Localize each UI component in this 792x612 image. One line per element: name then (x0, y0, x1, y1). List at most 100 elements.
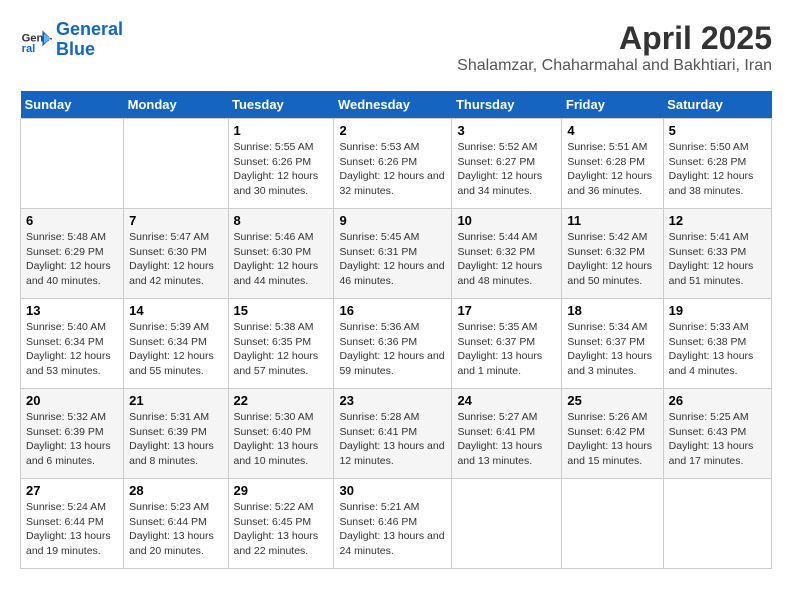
calendar-cell: 19Sunrise: 5:33 AM Sunset: 6:38 PM Dayli… (663, 299, 771, 389)
calendar-cell: 17 Sunrise: 5:35 AM Sunset: 6:37 PM Dayli… (452, 299, 562, 389)
calendar-cell: 3 Sunrise: 5:52 AM Sunset: 6:27 PM Daylig… (452, 119, 562, 209)
calendar-cell: 12 Sunrise: 5:41 AM Sunset: 6:33 PM Dayli… (663, 209, 771, 299)
day-info: Sunrise: 5:22 AM Sunset: 6:45 PM Dayligh… (234, 500, 329, 559)
day-number: 11 (567, 213, 657, 228)
day-number: 6 (26, 213, 118, 228)
calendar-cell: 5 Sunrise: 5:50 AM Sunset: 6:28 PM Daylig… (663, 119, 771, 209)
calendar-cell: 21Sunrise: 5:31 AM Sunset: 6:39 PM Dayli… (124, 389, 228, 479)
day-info: Sunrise: 5:21 AM Sunset: 6:46 PM Dayligh… (339, 500, 446, 559)
day-number: 8 (234, 213, 329, 228)
day-number: 1 (234, 123, 329, 138)
day-info: Sunrise: 5:39 AM Sunset: 6:34 PM Dayligh… (129, 320, 222, 379)
day-number: 18 (567, 303, 657, 318)
day-header-wednesday: Wednesday (334, 91, 452, 119)
day-number: 17 (457, 303, 556, 318)
day-number: 5 (669, 123, 766, 138)
day-number: 25 (567, 393, 657, 408)
day-number: 3 (457, 123, 556, 138)
day-number: 27 (26, 483, 118, 498)
week-row-2: 6Sunrise: 5:48 AM Sunset: 6:29 PM Daylig… (21, 209, 772, 299)
day-info: Sunrise: 5:41 AM Sunset: 6:33 PM Dayligh… (669, 230, 766, 289)
day-info: Sunrise: 5:30 AM Sunset: 6:40 PM Dayligh… (234, 410, 329, 469)
page-subtitle: Shalamzar, Chaharmahal and Bakhtiari, Ir… (457, 57, 772, 75)
day-info: Sunrise: 5:34 AM Sunset: 6:37 PM Dayligh… (567, 320, 657, 379)
title-section: April 2025 Shalamzar, Chaharmahal and Ba… (457, 20, 772, 75)
calendar-cell (562, 479, 663, 569)
day-info: Sunrise: 5:52 AM Sunset: 6:27 PM Dayligh… (457, 140, 556, 199)
day-info: Sunrise: 5:25 AM Sunset: 6:43 PM Dayligh… (669, 410, 766, 469)
calendar-cell (452, 479, 562, 569)
logo: Gene- ral General Blue (20, 20, 123, 60)
calendar-cell: 15 Sunrise: 5:38 AM Sunset: 6:35 PM Dayli… (228, 299, 334, 389)
calendar-cell: 10 Sunrise: 5:44 AM Sunset: 6:32 PM Dayli… (452, 209, 562, 299)
calendar-cell: 14 Sunrise: 5:39 AM Sunset: 6:34 PM Dayli… (124, 299, 228, 389)
calendar-cell (663, 479, 771, 569)
calendar-cell: 6Sunrise: 5:48 AM Sunset: 6:29 PM Daylig… (21, 209, 124, 299)
calendar-cell: 18 Sunrise: 5:34 AM Sunset: 6:37 PM Dayli… (562, 299, 663, 389)
day-number: 19 (669, 303, 766, 318)
day-number: 24 (457, 393, 556, 408)
calendar-table: SundayMondayTuesdayWednesdayThursdayFrid… (20, 91, 772, 569)
header-row: SundayMondayTuesdayWednesdayThursdayFrid… (21, 91, 772, 119)
calendar-cell: 22 Sunrise: 5:30 AM Sunset: 6:40 PM Dayli… (228, 389, 334, 479)
day-number: 26 (669, 393, 766, 408)
calendar-cell: 27 Sunrise: 5:24 AM Sunset: 6:44 PM Dayli… (21, 479, 124, 569)
day-info: Sunrise: 5:36 AM Sunset: 6:36 PM Dayligh… (339, 320, 446, 379)
day-number: 30 (339, 483, 446, 498)
calendar-cell: 20Sunrise: 5:32 AM Sunset: 6:39 PM Dayli… (21, 389, 124, 479)
day-number: 2 (339, 123, 446, 138)
day-header-thursday: Thursday (452, 91, 562, 119)
calendar-cell: 2 Sunrise: 5:53 AM Sunset: 6:26 PM Daylig… (334, 119, 452, 209)
day-info: Sunrise: 5:24 AM Sunset: 6:44 PM Dayligh… (26, 500, 118, 559)
page-header: Gene- ral General Blue April 2025 Shalam… (20, 20, 772, 75)
day-number: 29 (234, 483, 329, 498)
day-info: Sunrise: 5:23 AM Sunset: 6:44 PM Dayligh… (129, 500, 222, 559)
calendar-cell: 28 Sunrise: 5:23 AM Sunset: 6:44 PM Dayli… (124, 479, 228, 569)
day-info: Sunrise: 5:31 AM Sunset: 6:39 PM Dayligh… (129, 410, 222, 469)
day-info: Sunrise: 5:38 AM Sunset: 6:35 PM Dayligh… (234, 320, 329, 379)
day-info: Sunrise: 5:47 AM Sunset: 6:30 PM Dayligh… (129, 230, 222, 289)
day-number: 28 (129, 483, 222, 498)
logo-line2: Blue (56, 39, 95, 59)
week-row-4: 20Sunrise: 5:32 AM Sunset: 6:39 PM Dayli… (21, 389, 772, 479)
day-info: Sunrise: 5:26 AM Sunset: 6:42 PM Dayligh… (567, 410, 657, 469)
calendar-cell: 29 Sunrise: 5:22 AM Sunset: 6:45 PM Dayli… (228, 479, 334, 569)
page-title: April 2025 (457, 20, 772, 57)
day-number: 13 (26, 303, 118, 318)
day-info: Sunrise: 5:27 AM Sunset: 6:41 PM Dayligh… (457, 410, 556, 469)
day-info: Sunrise: 5:32 AM Sunset: 6:39 PM Dayligh… (26, 410, 118, 469)
calendar-cell (124, 119, 228, 209)
day-number: 14 (129, 303, 222, 318)
calendar-cell: 9Sunrise: 5:45 AM Sunset: 6:31 PM Daylig… (334, 209, 452, 299)
calendar-cell: 7 Sunrise: 5:47 AM Sunset: 6:30 PM Daylig… (124, 209, 228, 299)
week-row-5: 27 Sunrise: 5:24 AM Sunset: 6:44 PM Dayli… (21, 479, 772, 569)
calendar-cell: 8 Sunrise: 5:46 AM Sunset: 6:30 PM Daylig… (228, 209, 334, 299)
day-number: 15 (234, 303, 329, 318)
day-header-sunday: Sunday (21, 91, 124, 119)
calendar-cell (21, 119, 124, 209)
day-number: 7 (129, 213, 222, 228)
day-info: Sunrise: 5:46 AM Sunset: 6:30 PM Dayligh… (234, 230, 329, 289)
logo-line1: General (56, 19, 123, 39)
day-info: Sunrise: 5:42 AM Sunset: 6:32 PM Dayligh… (567, 230, 657, 289)
day-number: 12 (669, 213, 766, 228)
day-info: Sunrise: 5:44 AM Sunset: 6:32 PM Dayligh… (457, 230, 556, 289)
week-row-1: 1Sunrise: 5:55 AM Sunset: 6:26 PM Daylig… (21, 119, 772, 209)
calendar-cell: 23Sunrise: 5:28 AM Sunset: 6:41 PM Dayli… (334, 389, 452, 479)
day-info: Sunrise: 5:53 AM Sunset: 6:26 PM Dayligh… (339, 140, 446, 199)
svg-text:ral: ral (22, 43, 36, 55)
day-header-friday: Friday (562, 91, 663, 119)
day-number: 22 (234, 393, 329, 408)
calendar-cell: 11 Sunrise: 5:42 AM Sunset: 6:32 PM Dayli… (562, 209, 663, 299)
day-info: Sunrise: 5:40 AM Sunset: 6:34 PM Dayligh… (26, 320, 118, 379)
calendar-cell: 1Sunrise: 5:55 AM Sunset: 6:26 PM Daylig… (228, 119, 334, 209)
day-number: 23 (339, 393, 446, 408)
calendar-cell: 25 Sunrise: 5:26 AM Sunset: 6:42 PM Dayli… (562, 389, 663, 479)
calendar-cell: 4Sunrise: 5:51 AM Sunset: 6:28 PM Daylig… (562, 119, 663, 209)
day-header-tuesday: Tuesday (228, 91, 334, 119)
day-number: 9 (339, 213, 446, 228)
day-info: Sunrise: 5:50 AM Sunset: 6:28 PM Dayligh… (669, 140, 766, 199)
day-info: Sunrise: 5:51 AM Sunset: 6:28 PM Dayligh… (567, 140, 657, 199)
day-info: Sunrise: 5:35 AM Sunset: 6:37 PM Dayligh… (457, 320, 556, 379)
day-number: 10 (457, 213, 556, 228)
